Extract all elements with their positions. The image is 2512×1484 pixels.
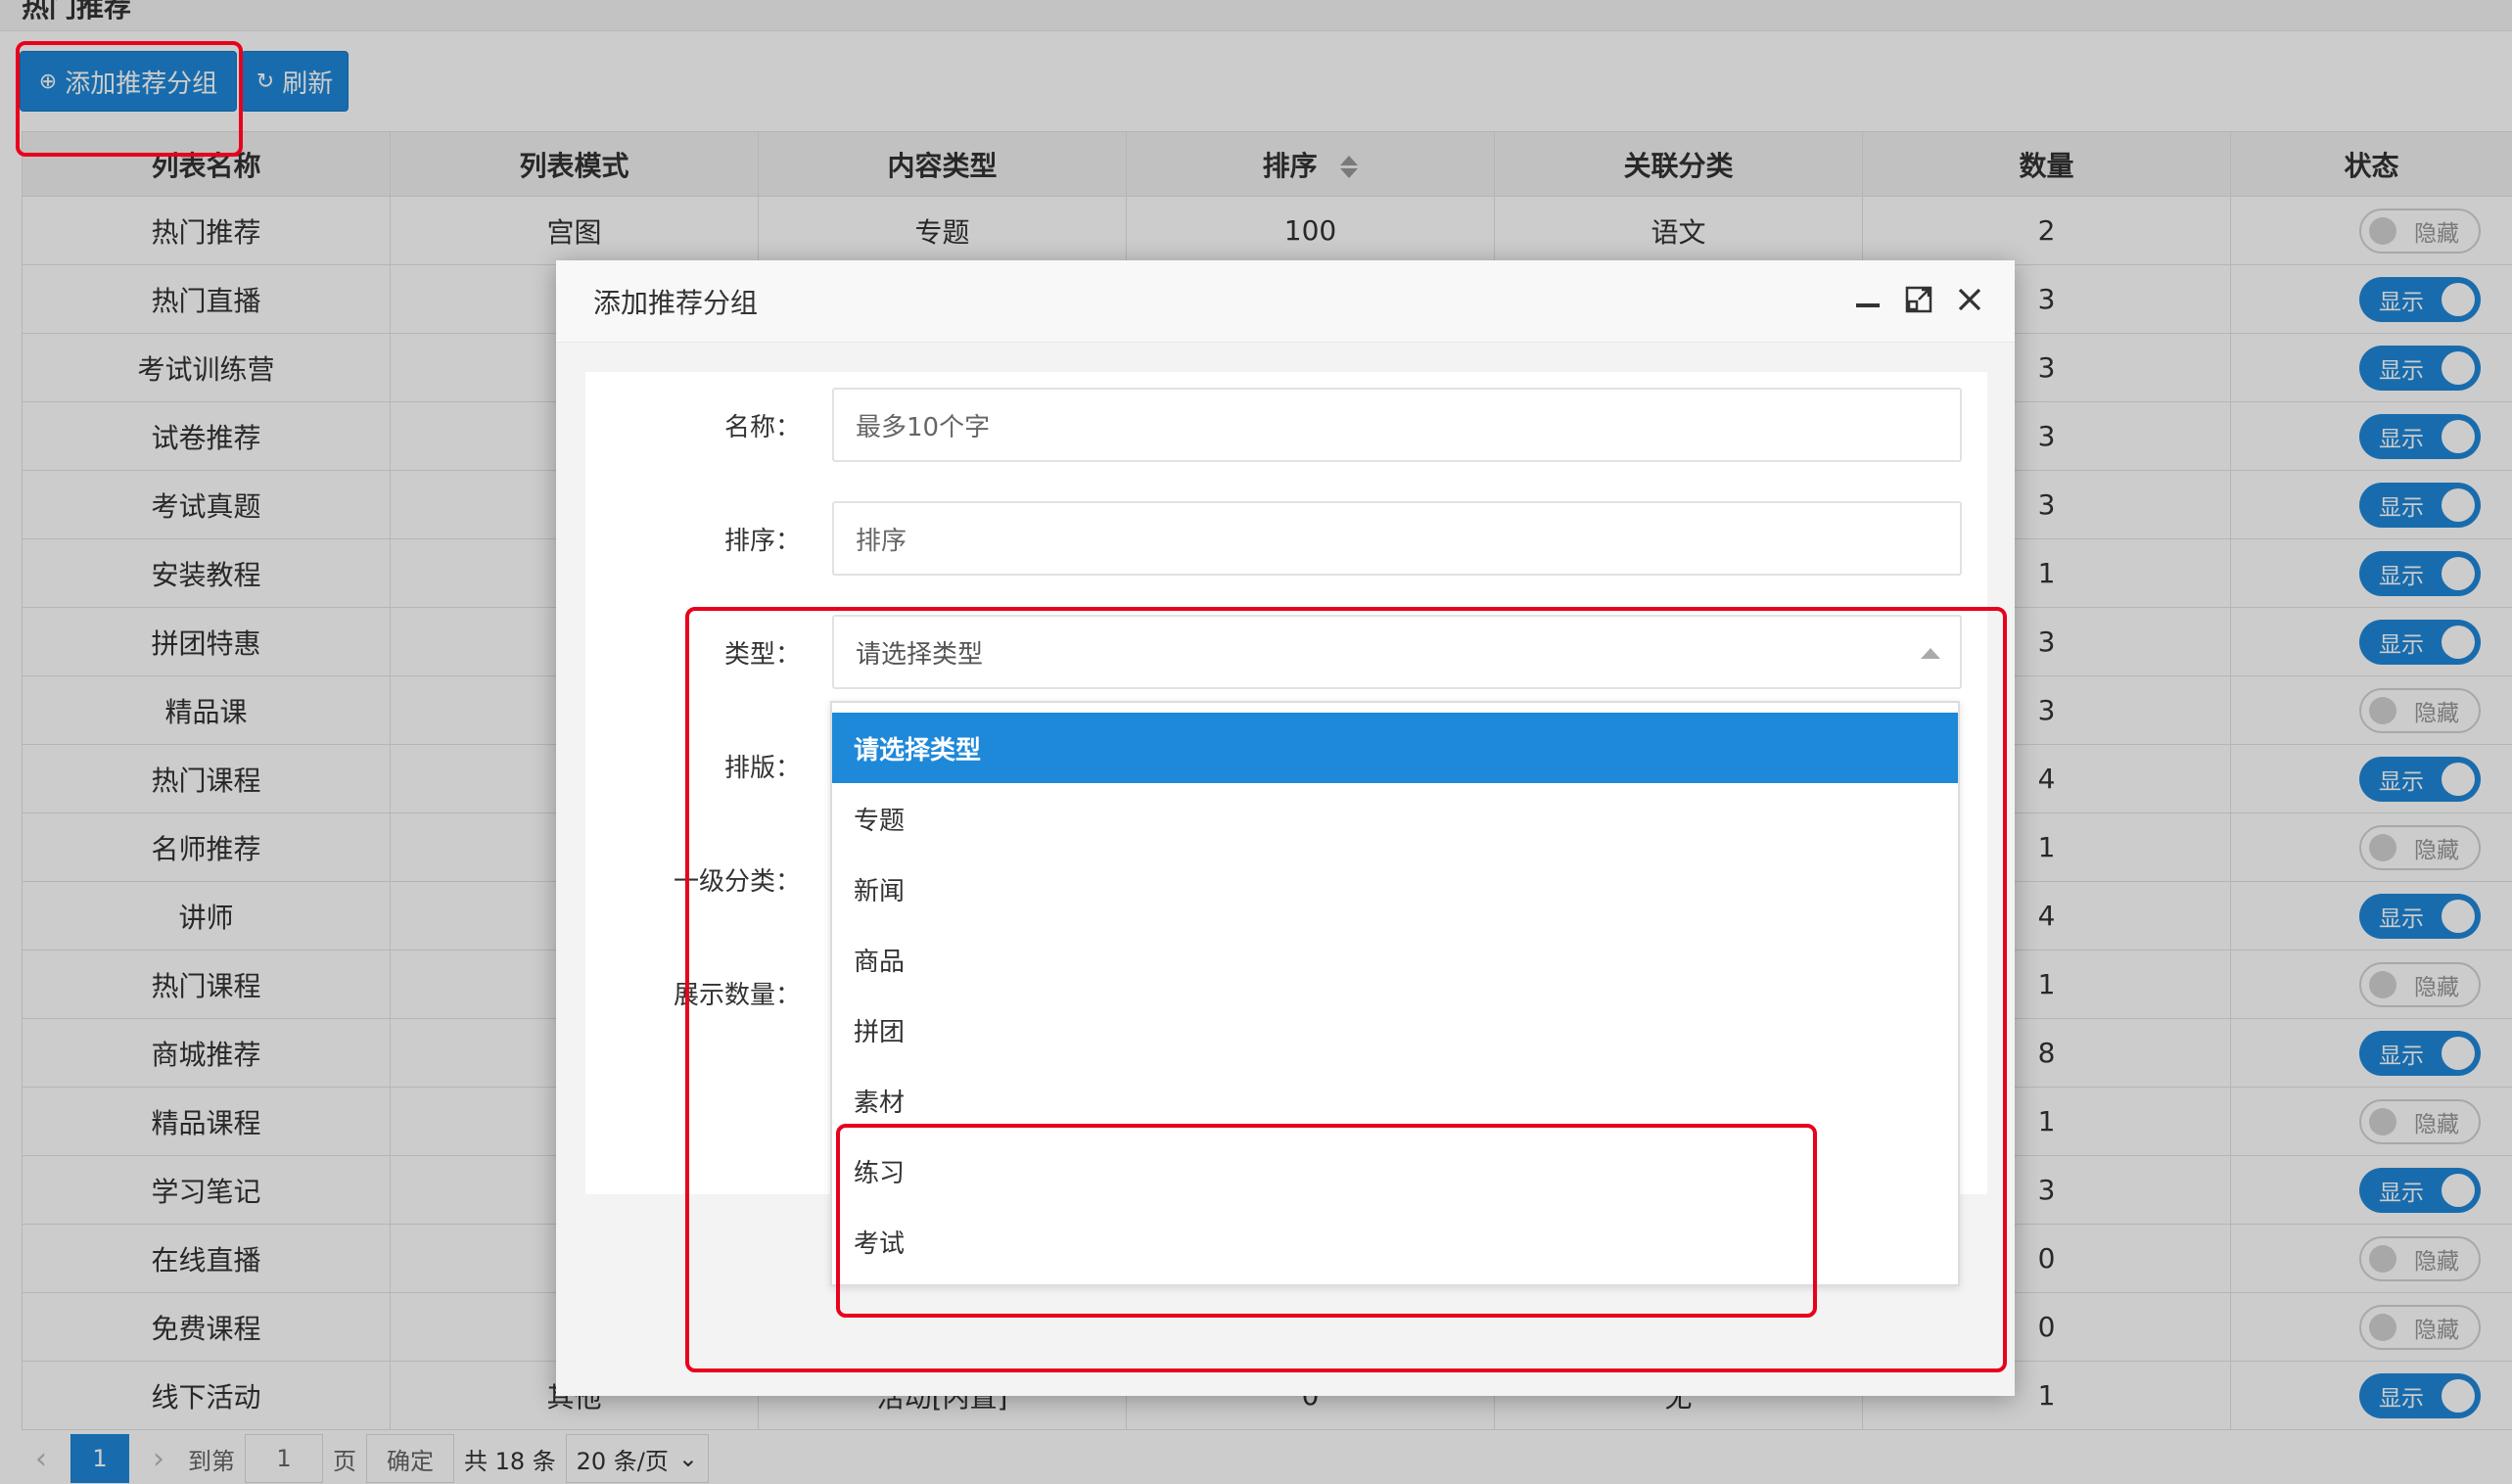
type-label: 类型： <box>723 640 801 670</box>
dialog-header: 添加推荐分组 <box>556 260 2015 343</box>
form-row-name: 名称： 最多10个字 <box>585 388 1987 462</box>
minimize-icon[interactable] <box>1846 278 1889 321</box>
type-option[interactable]: 新闻 <box>832 854 1958 924</box>
sort-input[interactable]: 排序 <box>832 501 1962 576</box>
type-option[interactable]: 素材 <box>832 1065 1958 1136</box>
caret-up-icon <box>1921 648 1940 659</box>
name-label: 名称： <box>723 413 801 442</box>
type-option[interactable]: 练习 <box>832 1136 1958 1206</box>
category-label: 一级分类： <box>673 867 801 897</box>
type-option[interactable]: 考试 <box>832 1206 1958 1276</box>
form-row-type: 类型： 请选择类型 <box>585 615 1987 689</box>
sort-label: 排序： <box>723 527 801 556</box>
form-row-sort: 排序： 排序 <box>585 501 1987 576</box>
type-select-value: 请选择类型 <box>856 639 984 670</box>
show-count-label: 展示数量： <box>673 981 801 1010</box>
layout-label: 排版： <box>723 754 801 783</box>
type-option[interactable]: 拼团 <box>832 995 1958 1065</box>
type-option[interactable]: 专题 <box>832 783 1958 854</box>
close-icon[interactable] <box>1948 278 1991 321</box>
dialog-title: 添加推荐分组 <box>593 287 759 319</box>
name-input[interactable]: 最多10个字 <box>832 388 1962 462</box>
type-dropdown: 请选择类型 专题 新闻 商品 拼团 素材 练习 考试 <box>830 701 1960 1286</box>
type-option[interactable]: 请选择类型 <box>832 713 1958 783</box>
type-option[interactable]: 商品 <box>832 924 1958 995</box>
type-select[interactable]: 请选择类型 <box>832 615 1962 689</box>
maximize-icon[interactable] <box>1897 278 1940 321</box>
